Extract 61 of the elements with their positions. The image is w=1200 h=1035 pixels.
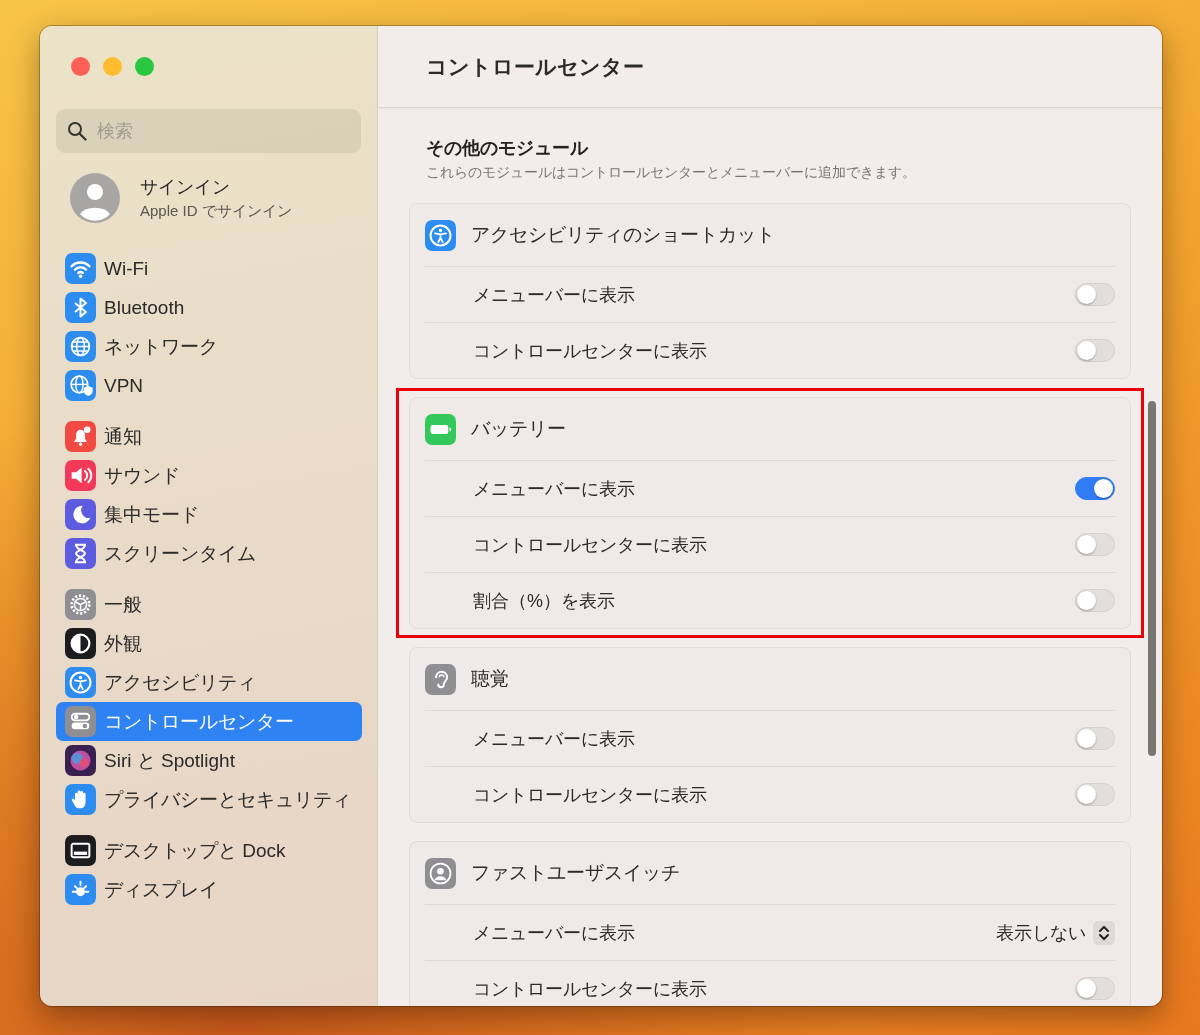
sidebar-item[interactable]: プライバシーとセキュリティ (56, 780, 362, 819)
bluetooth-icon (65, 292, 96, 323)
window-title: コントロールセンター (426, 53, 644, 80)
setting-label: コントロールセンターに表示 (473, 339, 707, 363)
battery-icon (425, 413, 456, 445)
sun-icon (65, 874, 96, 905)
sidebar-item[interactable]: 外観 (56, 624, 362, 663)
toggle-switch[interactable] (1075, 477, 1115, 500)
speaker-icon (65, 460, 96, 491)
setting-label: コントロールセンターに表示 (473, 783, 707, 807)
sidebar-item[interactable]: Siri と Spotlight (56, 741, 362, 780)
setting-label: メニューバーに表示 (473, 727, 635, 751)
avatar-icon[interactable] (70, 173, 120, 223)
zoom-button[interactable] (135, 57, 154, 76)
orb-icon (65, 745, 96, 776)
hourglass-icon (65, 538, 96, 569)
sidebar-item[interactable]: 通知 (56, 417, 362, 456)
setting-label: メニューバーに表示 (473, 921, 635, 945)
close-button[interactable] (71, 57, 90, 76)
sidebar-item[interactable]: 一般 (56, 585, 362, 624)
popup-menu[interactable]: 表示しない (996, 920, 1115, 945)
window-icon (65, 835, 96, 866)
globe-icon (65, 331, 96, 362)
sidebar-item[interactable]: Bluetooth (56, 288, 362, 327)
sidebar-item[interactable]: 集中モード (56, 495, 362, 534)
toggles-icon (65, 706, 96, 737)
minimize-button[interactable] (103, 57, 122, 76)
sidebar-item[interactable]: ディスプレイ (56, 870, 362, 909)
setting-label: メニューバーに表示 (473, 477, 635, 501)
ear-icon (425, 663, 456, 695)
moon-icon (65, 499, 96, 530)
scrollbar[interactable] (1148, 401, 1156, 756)
setting-label: メニューバーに表示 (473, 283, 635, 307)
module-title: 聴覚 (471, 667, 509, 691)
sidebar-item[interactable]: デスクトップと Dock (56, 831, 362, 870)
search-icon (67, 121, 87, 141)
globe-shield-icon (65, 370, 96, 401)
account-subtitle: Apple ID でサインイン (140, 202, 292, 221)
hand-icon (65, 784, 96, 815)
accessibility-person-icon (425, 219, 456, 251)
sidebar-item[interactable]: アクセシビリティ (56, 663, 362, 702)
module-title: バッテリー (471, 417, 566, 441)
module-title: ファストユーザスイッチ (471, 861, 680, 885)
setting-label: コントロールセンターに表示 (473, 977, 707, 1001)
sidebar-item[interactable]: Wi-Fi (56, 249, 362, 288)
gear-icon (65, 589, 96, 620)
sidebar-item[interactable]: サウンド (56, 456, 362, 495)
sidebar-item[interactable]: VPN (56, 366, 362, 405)
bell-icon (65, 421, 96, 452)
account-name[interactable]: サインイン (140, 175, 292, 199)
setting-label: 割合（%）を表示 (473, 589, 615, 613)
sidebar-item[interactable]: スクリーンタイム (56, 534, 362, 573)
module-title: アクセシビリティのショートカット (471, 223, 775, 247)
setting-label: コントロールセンターに表示 (473, 533, 707, 557)
section-title: その他のモジュール (426, 137, 590, 160)
sidebar-item[interactable]: ネットワーク (56, 327, 362, 366)
section-description: これらのモジュールはコントロールセンターとメニューバーに追加できます。 (426, 164, 917, 182)
person-icon (425, 857, 456, 889)
accessibility-person-icon (65, 667, 96, 698)
wifi-icon (65, 253, 96, 284)
sidebar-item[interactable]: コントロールセンター (56, 702, 362, 741)
